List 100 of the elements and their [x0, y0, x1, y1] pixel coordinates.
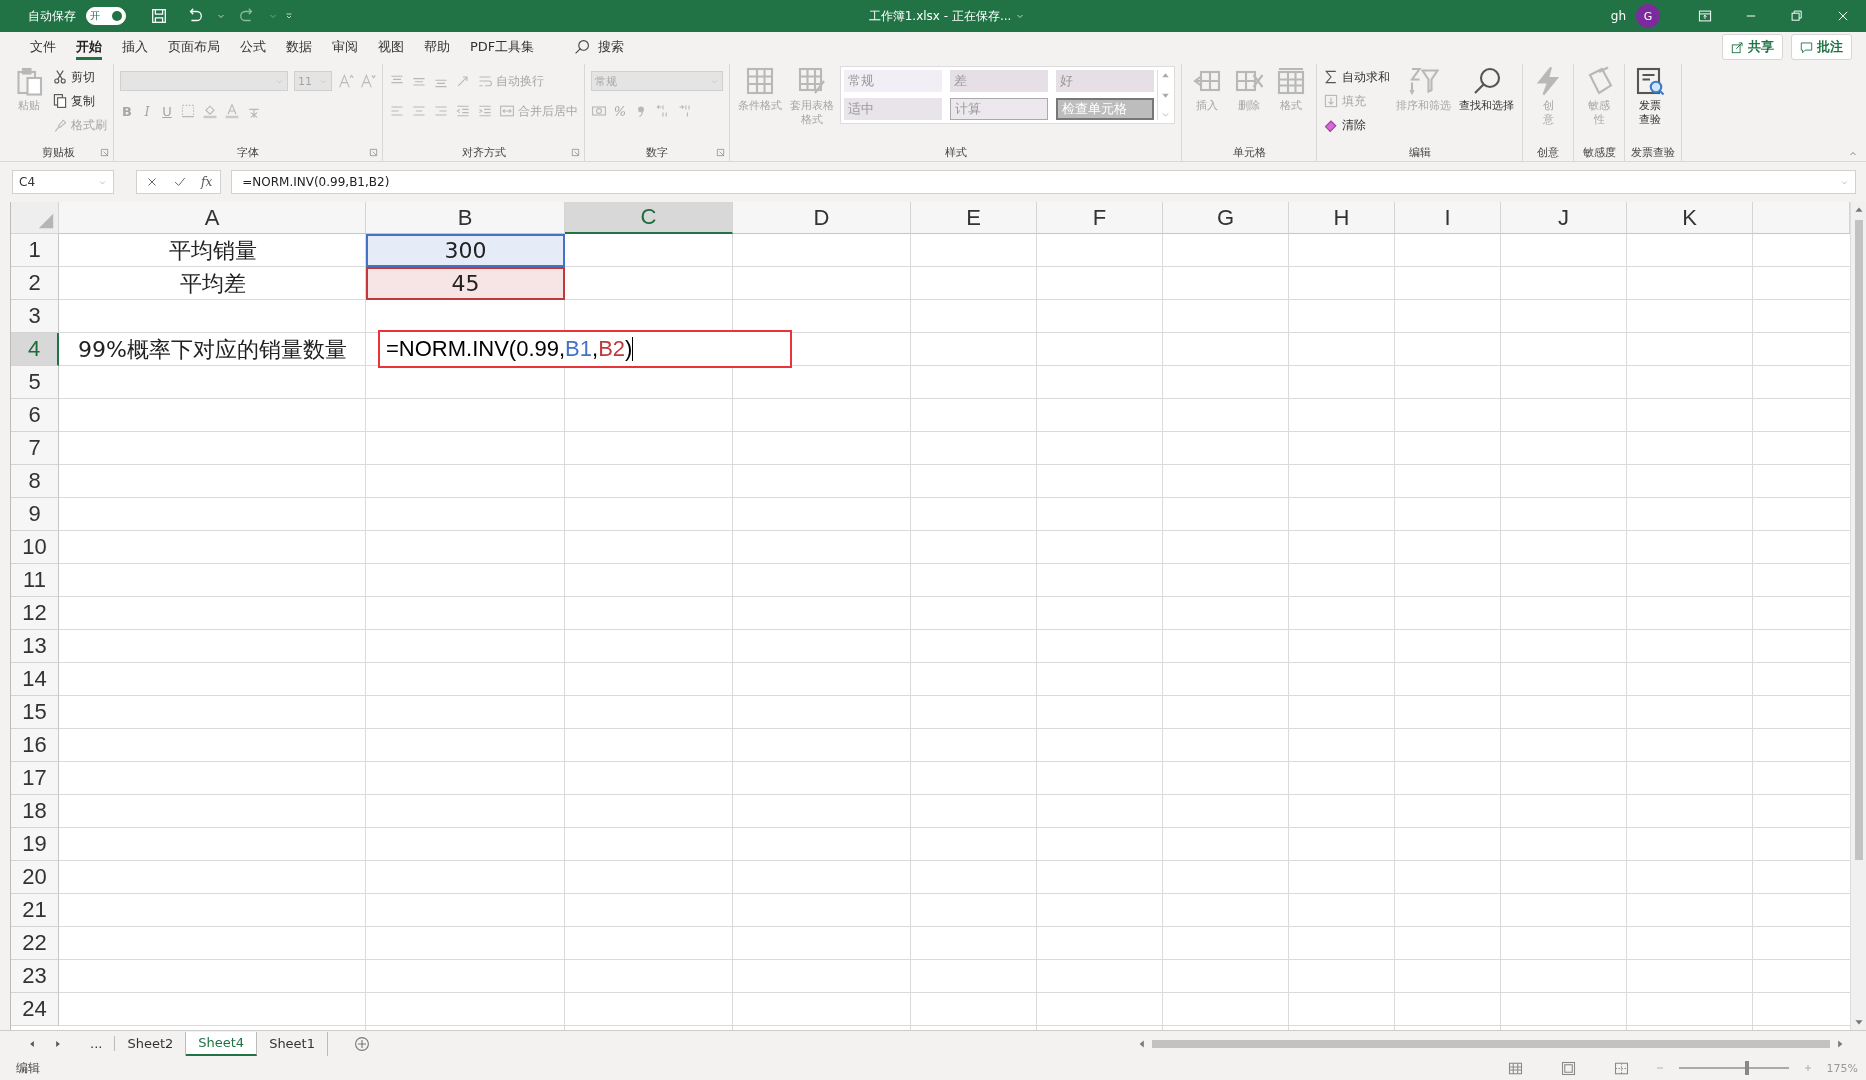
close-icon[interactable] — [1836, 9, 1850, 23]
user-avatar[interactable]: G — [1636, 4, 1660, 28]
select-all-icon[interactable] — [37, 212, 55, 230]
row-header[interactable]: 8 — [11, 465, 59, 498]
wrap-text-icon — [477, 73, 493, 89]
row-header[interactable]: 19 — [11, 828, 59, 861]
column-header[interactable]: F — [1037, 202, 1163, 234]
ribbon-tab[interactable]: 公式 — [230, 34, 276, 60]
format-cells-icon — [1276, 66, 1306, 96]
customize-icon[interactable] — [284, 11, 294, 21]
column-header[interactable]: B — [366, 202, 565, 234]
launcher-icon[interactable] — [100, 147, 109, 157]
ribbon-tab[interactable]: 数据 — [276, 34, 322, 60]
merge-icon — [499, 103, 515, 119]
ribbon-tab[interactable]: 帮助 — [414, 34, 460, 60]
status-text: 编辑 — [16, 1059, 40, 1077]
search-button[interactable]: 搜索 — [574, 38, 625, 56]
save-icon[interactable] — [150, 7, 168, 25]
ribbon-tab[interactable]: 视图 — [368, 34, 414, 60]
scroll-thumb[interactable] — [1152, 1039, 1830, 1048]
group-label: 对齐方式 — [461, 144, 506, 160]
check-icon[interactable] — [173, 175, 187, 189]
formula-text: =NORM.INV(0.99,B1,B2) — [386, 336, 633, 362]
row-header[interactable]: 6 — [11, 399, 59, 432]
ribbon-tab[interactable]: 页面布局 — [158, 34, 230, 60]
ribbon-button[interactable]: 复制 — [52, 92, 95, 110]
row-header[interactable]: 21 — [11, 894, 59, 927]
row-header[interactable]: 9 — [11, 498, 59, 531]
row-header[interactable]: 10 — [11, 531, 59, 564]
table-cell-text: 平均差 — [178, 269, 247, 298]
page-layout-icon[interactable] — [1560, 1060, 1576, 1076]
ribbon-button[interactable]: 剪切 — [52, 68, 95, 86]
comments-button[interactable]: 批注 — [1791, 34, 1852, 60]
table-brush-icon — [797, 66, 827, 96]
ribbon-tab[interactable]: 插入 — [112, 34, 158, 60]
column-header[interactable]: I — [1395, 202, 1501, 234]
autosave-toggle[interactable]: 开 — [86, 7, 126, 25]
row-header[interactable]: 14 — [11, 663, 59, 696]
ribbon-button[interactable]: 自动求和 — [1323, 68, 1390, 86]
page-break-icon[interactable] — [1613, 1060, 1629, 1076]
row-header[interactable]: 13 — [11, 630, 59, 663]
column-header[interactable]: A — [59, 202, 366, 234]
launcher-icon[interactable] — [716, 147, 725, 157]
insert-function-button[interactable]: fx — [201, 175, 213, 189]
row-header[interactable]: 3 — [11, 300, 59, 333]
row-header[interactable]: 12 — [11, 597, 59, 630]
row-header[interactable]: 7 — [11, 432, 59, 465]
comment-icon — [1800, 40, 1813, 54]
row-header[interactable]: 11 — [11, 564, 59, 597]
ribbon-tab[interactable]: 文件 — [20, 34, 66, 60]
row-header[interactable]: 24 — [11, 993, 59, 1026]
restore-icon[interactable] — [1790, 9, 1804, 23]
column-header[interactable]: H — [1289, 202, 1395, 234]
row-header[interactable]: 4 — [11, 333, 59, 366]
row-header[interactable]: 1 — [11, 234, 59, 267]
ribbon-button[interactable]: 清除 — [1323, 116, 1366, 134]
scroll-thumb[interactable] — [1854, 220, 1863, 860]
row-header[interactable]: 5 — [11, 366, 59, 399]
ribbon-display-icon[interactable] — [1698, 9, 1712, 23]
row-header[interactable]: 22 — [11, 927, 59, 960]
column-header[interactable]: G — [1163, 202, 1289, 234]
launcher-icon[interactable] — [571, 147, 580, 157]
column-header[interactable]: C — [565, 202, 733, 234]
vertical-scrollbar[interactable] — [1850, 202, 1866, 1030]
add-sheet-icon[interactable] — [354, 1035, 370, 1052]
ribbon-tab[interactable]: PDF工具集 — [460, 34, 545, 60]
share-button[interactable]: 共享 — [1722, 34, 1783, 60]
slider-thumb[interactable] — [1744, 1061, 1749, 1075]
group-label: 发票查验 — [1631, 144, 1675, 160]
row-header[interactable]: 23 — [11, 960, 59, 993]
zoom-in-icon[interactable] — [1802, 1063, 1813, 1073]
column-header[interactable] — [1753, 202, 1850, 234]
ribbon-tab[interactable]: 审阅 — [322, 34, 368, 60]
row-header[interactable]: 15 — [11, 696, 59, 729]
copy-icon — [52, 93, 68, 109]
autosave-label: 自动保存 — [28, 7, 76, 25]
table-grid-icon — [745, 66, 775, 96]
launcher-icon[interactable] — [369, 147, 378, 157]
row-header[interactable]: 18 — [11, 795, 59, 828]
scissors-icon — [52, 69, 68, 85]
ribbon-tab[interactable]: 开始 — [66, 34, 112, 60]
row-header[interactable]: 20 — [11, 861, 59, 894]
sheet-tab[interactable]: Sheet4 — [186, 1031, 258, 1056]
ribbon-button[interactable]: 发票查验 — [1631, 66, 1669, 127]
sum-icon — [1323, 69, 1339, 85]
group-label: 字体 — [237, 144, 259, 160]
column-header[interactable]: D — [733, 202, 911, 234]
column-header[interactable]: E — [911, 202, 1037, 234]
column-header[interactable]: J — [1501, 202, 1627, 234]
sheet-tab[interactable]: Sheet1 — [257, 1031, 328, 1056]
row-header[interactable]: 17 — [11, 762, 59, 795]
ribbon-button[interactable]: 查找和选择 — [1457, 66, 1516, 113]
normal-view-icon[interactable] — [1507, 1060, 1523, 1076]
more-sheets-button[interactable]: ... — [78, 1036, 116, 1051]
name-box[interactable]: C4 — [12, 170, 114, 194]
formula-field[interactable]: =NORM.INV(0.99,B1,B2) — [231, 170, 1856, 194]
row-header[interactable]: 2 — [11, 267, 59, 300]
column-header[interactable]: K — [1627, 202, 1753, 234]
cell-editor[interactable]: =NORM.INV(0.99,B1,B2) — [378, 330, 792, 368]
row-header[interactable]: 16 — [11, 729, 59, 762]
